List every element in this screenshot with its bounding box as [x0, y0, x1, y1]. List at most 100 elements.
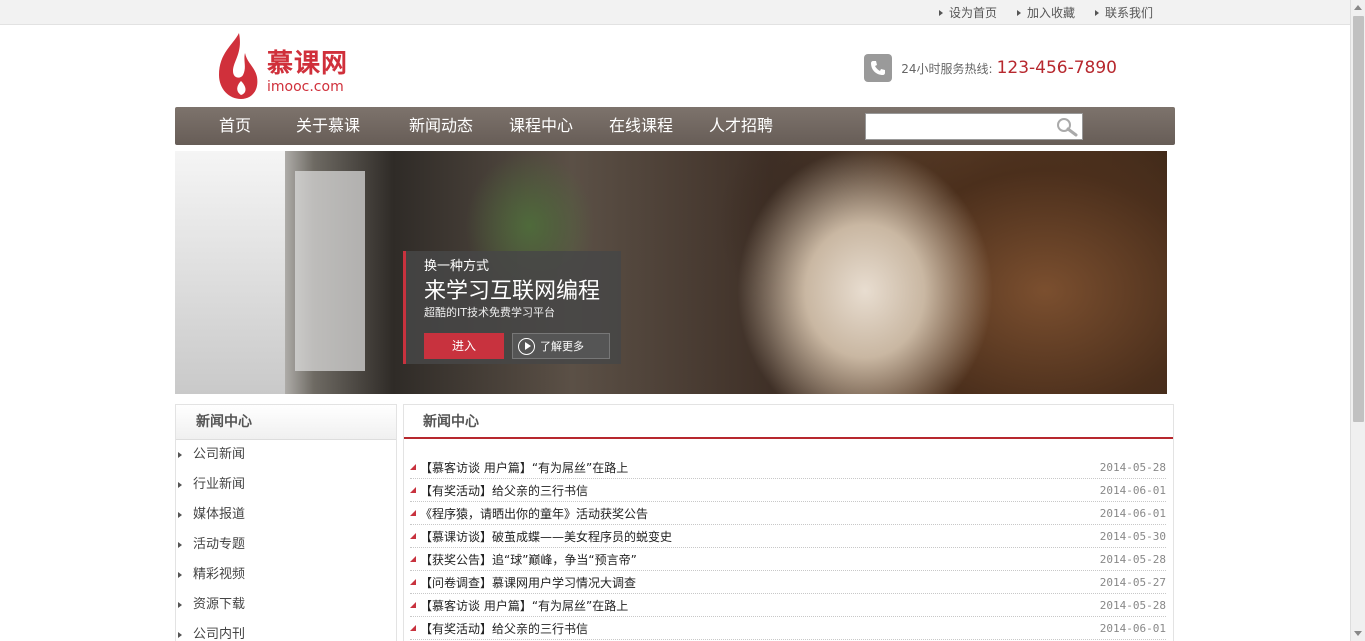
arrow-icon	[178, 482, 182, 488]
bullet-icon	[410, 533, 416, 539]
news-date: 2014-06-01	[1099, 506, 1166, 520]
learn-more-button[interactable]: 了解更多	[512, 333, 610, 359]
hotline-number: 123-456-7890	[996, 58, 1117, 78]
list-item[interactable]: 【有奖活动】给父亲的三行书信 2014-06-01	[410, 479, 1166, 502]
news-date: 2014-05-28	[1099, 598, 1166, 612]
banner-caption: 换一种方式 来学习互联网编程 超酷的IT技术免费学习平台 进入 了解更多	[403, 251, 621, 364]
sidebar-item-company-news[interactable]: 公司新闻	[176, 440, 396, 470]
banner-window-light	[295, 171, 365, 371]
list-item[interactable]: 【问卷调查】慕课网用户学习情况大调查 2014-05-27	[410, 571, 1166, 594]
logo-text: 慕课网 imooc.com	[267, 49, 348, 95]
arrow-icon	[178, 512, 182, 518]
bullet-icon	[410, 602, 416, 608]
phone-icon	[864, 54, 893, 82]
sidebar-item-label: 行业新闻	[193, 477, 246, 492]
nav-item-courses[interactable]: 课程中心	[491, 107, 591, 145]
sidebar-item-label: 精彩视频	[193, 567, 246, 582]
hero-banner: 换一种方式 来学习互联网编程 超酷的IT技术免费学习平台 进入 了解更多	[175, 151, 1167, 394]
flame-logo-icon	[219, 33, 258, 99]
scroll-down-icon[interactable]	[1354, 631, 1362, 636]
nav-item-news[interactable]: 新闻动态	[391, 107, 491, 145]
search-box	[865, 113, 1083, 140]
banner-buttons: 进入 了解更多	[424, 333, 621, 359]
banner-line2: 来学习互联网编程	[424, 279, 601, 304]
nav-item-online-courses[interactable]: 在线课程	[591, 107, 691, 145]
news-title[interactable]: 【慕客访谈 用户篇】“有为屌丝”在路上	[420, 597, 628, 614]
news-date: 2014-05-30	[1099, 529, 1166, 543]
news-date: 2014-05-28	[1099, 460, 1166, 474]
sidebar-item-journal[interactable]: 公司内刊	[176, 620, 396, 641]
news-title[interactable]: 【有奖活动】给父亲的三行书信	[420, 482, 588, 499]
bullet-icon	[410, 464, 416, 470]
add-favorite-label: 加入收藏	[1026, 6, 1075, 20]
bullet-icon	[410, 510, 416, 516]
vertical-scrollbar[interactable]	[1350, 0, 1365, 641]
arrow-icon	[178, 542, 182, 548]
hotline-label: 24小时服务热线:	[901, 61, 993, 76]
sidebar-title: 新闻中心	[176, 405, 396, 440]
banner-line1: 换一种方式	[424, 259, 490, 274]
news-panel: 新闻中心 【慕客访谈 用户篇】“有为屌丝”在路上 2014-05-28 【有奖活动…	[403, 404, 1174, 641]
sidebar-item-label: 活动专题	[193, 537, 246, 552]
contact-us-label: 联系我们	[1104, 6, 1153, 20]
nav-item-jobs[interactable]: 人才招聘	[691, 107, 791, 145]
logo[interactable]: 慕课网 imooc.com	[217, 31, 348, 101]
sidebar-item-downloads[interactable]: 资源下载	[176, 590, 396, 620]
news-title[interactable]: 【慕课访谈】破茧成蝶——美女程序员的蜕变史	[420, 528, 672, 545]
enter-button[interactable]: 进入	[424, 333, 504, 359]
header: 慕课网 imooc.com 24小时服务热线: 123-456-7890	[175, 25, 1175, 107]
list-item[interactable]: 《程序猿，请晒出你的童年》活动获奖公告 2014-06-01	[410, 502, 1166, 525]
list-item[interactable]: 【慕客访谈 用户篇】“有为屌丝”在路上 2014-05-28	[410, 594, 1166, 617]
banner-line3: 超酷的IT技术免费学习平台	[424, 306, 555, 319]
arrow-icon	[178, 602, 182, 608]
news-date: 2014-06-01	[1099, 621, 1166, 635]
sidebar: 新闻中心 公司新闻 行业新闻 媒体报道 活动专题 精彩视频 资源下载 公司内刊	[175, 404, 397, 641]
arrow-icon	[938, 9, 943, 16]
logo-cn: 慕课网	[267, 49, 349, 79]
news-panel-title: 新闻中心	[404, 405, 1173, 439]
play-icon	[518, 337, 535, 355]
sidebar-item-events[interactable]: 活动专题	[176, 530, 396, 560]
bullet-icon	[410, 625, 416, 631]
news-date: 2014-05-28	[1099, 552, 1166, 566]
content-area: 新闻中心 公司新闻 行业新闻 媒体报道 活动专题 精彩视频 资源下载 公司内刊 …	[175, 404, 1175, 641]
hotline: 24小时服务热线: 123-456-7890	[864, 54, 1117, 82]
sidebar-item-label: 公司内刊	[193, 627, 246, 641]
sidebar-item-videos[interactable]: 精彩视频	[176, 560, 396, 590]
search-input[interactable]	[866, 114, 1051, 139]
news-title[interactable]: 【问卷调查】慕课网用户学习情况大调查	[420, 574, 636, 591]
arrow-icon	[178, 572, 182, 578]
main-nav: 首页 关于慕课 新闻动态 课程中心 在线课程 人才招聘	[175, 107, 1175, 145]
list-item[interactable]: 【有奖活动】给父亲的三行书信 2014-06-01	[410, 617, 1166, 640]
learn-more-label: 了解更多	[540, 340, 584, 353]
set-homepage-label: 设为首页	[948, 6, 997, 20]
nav-item-about[interactable]: 关于慕课	[265, 107, 391, 145]
banner-window	[175, 151, 285, 394]
nav-item-home[interactable]: 首页	[203, 107, 265, 145]
logo-en: imooc.com	[267, 79, 344, 95]
sidebar-item-media[interactable]: 媒体报道	[176, 500, 396, 530]
list-item[interactable]: 【获奖公告】追“球”巅峰，争当“预言帝” 2014-05-28	[410, 548, 1166, 571]
bullet-icon	[410, 579, 416, 585]
sidebar-item-label: 资源下载	[193, 597, 246, 612]
top-links: 设为首页 加入收藏 联系我们	[938, 4, 1153, 21]
sidebar-item-industry-news[interactable]: 行业新闻	[176, 470, 396, 500]
set-homepage-link[interactable]: 设为首页	[938, 4, 997, 21]
news-title[interactable]: 【慕客访谈 用户篇】“有为屌丝”在路上	[420, 459, 628, 476]
scroll-up-icon[interactable]	[1354, 5, 1362, 10]
list-item[interactable]: 【慕客访谈 用户篇】“有为屌丝”在路上 2014-05-28	[410, 456, 1166, 479]
add-favorite-link[interactable]: 加入收藏	[1016, 4, 1075, 21]
arrow-icon	[1016, 9, 1021, 16]
sidebar-item-label: 媒体报道	[193, 507, 246, 522]
search-icon[interactable]	[1055, 117, 1079, 137]
bullet-icon	[410, 487, 416, 493]
list-item[interactable]: 【慕课访谈】破茧成蝶——美女程序员的蜕变史 2014-05-30	[410, 525, 1166, 548]
page-container: 慕课网 imooc.com 24小时服务热线: 123-456-7890 首页 …	[175, 25, 1175, 641]
news-title[interactable]: 《程序猿，请晒出你的童年》活动获奖公告	[420, 505, 648, 522]
contact-us-link[interactable]: 联系我们	[1094, 4, 1153, 21]
news-title[interactable]: 【有奖活动】给父亲的三行书信	[420, 620, 588, 637]
news-title[interactable]: 【获奖公告】追“球”巅峰，争当“预言帝”	[420, 551, 637, 568]
arrow-icon	[1094, 9, 1099, 16]
scrollbar-thumb[interactable]	[1353, 16, 1364, 422]
bullet-icon	[410, 556, 416, 562]
